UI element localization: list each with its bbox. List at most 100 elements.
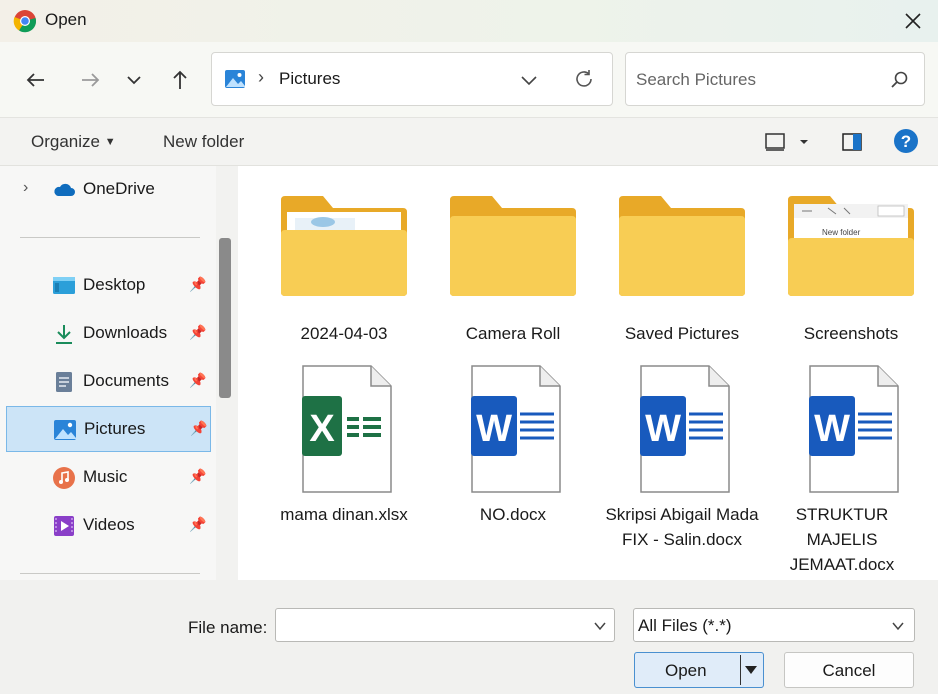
svg-text:W: W	[645, 408, 681, 450]
chevron-down-icon[interactable]	[592, 618, 608, 634]
view-layout-icon[interactable]	[764, 131, 786, 153]
search-icon[interactable]	[888, 69, 910, 91]
command-toolbar: Organize ▼ New folder ?	[0, 118, 938, 166]
sidebar-item-label: Music	[83, 467, 128, 486]
file-type-value: All Files (*.*)	[638, 616, 732, 635]
sidebar-item-label: Pictures	[84, 419, 146, 438]
pin-icon[interactable]: 📌	[190, 420, 208, 438]
title-bar: Open	[0, 0, 938, 42]
sidebar-item-onedrive[interactable]: › OneDrive	[6, 167, 211, 213]
pin-icon[interactable]: 📌	[189, 516, 207, 534]
file-item-name: 2024-04-03	[300, 324, 388, 343]
word-file-icon: W	[809, 365, 899, 493]
file-name-combobox[interactable]	[275, 608, 615, 642]
file-item-name: Saved Pictures	[624, 324, 740, 343]
folder-preview-text: New folder	[822, 228, 861, 237]
new-folder-button[interactable]: New folder	[163, 132, 244, 152]
file-item-name: Camera Roll	[465, 324, 561, 343]
file-type-select[interactable]: All Files (*.*)	[633, 608, 915, 642]
file-item-folder[interactable]: Saved Pictures	[597, 186, 757, 376]
video-icon	[54, 516, 74, 536]
pin-icon[interactable]: 📌	[189, 276, 207, 294]
sidebar-item-downloads[interactable]: Downloads 📌	[6, 311, 211, 357]
svg-text:W: W	[814, 408, 850, 450]
file-item-folder[interactable]: Camera Roll	[428, 186, 588, 376]
sidebar-item-desktop[interactable]: Desktop 📌	[6, 263, 211, 309]
word-file-icon: W	[640, 365, 730, 493]
folder-icon	[619, 196, 745, 296]
file-item-excel[interactable]: X mama dinan.xlsx	[259, 364, 419, 554]
sidebar-item-videos[interactable]: Videos 📌	[6, 503, 211, 549]
file-item-word[interactable]: W STRUKTUR MAJELIS JEMAAT.docx	[766, 364, 926, 574]
sidebar-item-label: OneDrive	[83, 179, 155, 198]
window-title: Open	[45, 10, 87, 29]
cancel-button-label: Cancel	[822, 661, 876, 680]
help-icon[interactable]: ?	[893, 128, 919, 154]
view-options-caret-icon[interactable]	[797, 135, 811, 149]
file-name-label: File name:	[188, 618, 268, 637]
chevron-down-icon[interactable]	[890, 618, 906, 634]
file-item-folder[interactable]: New folder Screenshots	[766, 186, 926, 376]
forward-arrow-icon[interactable]	[76, 66, 104, 94]
recent-locations-chevron-icon[interactable]	[120, 66, 148, 94]
sidebar-item-documents[interactable]: Documents 📌	[6, 359, 211, 405]
file-item-name: Screenshots	[803, 324, 899, 343]
sidebar-item-label: Desktop	[83, 275, 146, 294]
close-icon[interactable]	[898, 6, 928, 36]
document-icon	[56, 372, 72, 392]
sidebar-item-label: Documents	[83, 371, 169, 390]
organize-button[interactable]: Organize ▼	[31, 132, 116, 152]
search-input[interactable]	[636, 67, 876, 93]
sidebar-divider	[20, 573, 200, 574]
refresh-icon[interactable]	[572, 67, 596, 91]
expand-chevron-icon[interactable]: ›	[23, 179, 28, 197]
open-button-label: Open	[665, 661, 707, 680]
file-name-input[interactable]	[282, 614, 582, 636]
desktop-icon	[53, 277, 75, 294]
open-button[interactable]: Open	[634, 652, 764, 688]
file-item-word[interactable]: W Skripsi Abigail Mada FIX - Salin.docx	[597, 364, 759, 554]
caret-down-icon[interactable]	[743, 663, 759, 677]
sidebar-item-music[interactable]: Music 📌	[6, 455, 211, 501]
pin-icon[interactable]: 📌	[189, 372, 207, 390]
caret-down-icon: ▼	[104, 136, 116, 148]
svg-text:X: X	[309, 408, 335, 450]
folder-icon	[450, 196, 576, 296]
up-arrow-icon[interactable]	[166, 66, 194, 94]
picture-icon	[225, 70, 245, 88]
sidebar-scrollbar-thumb[interactable]	[219, 238, 231, 398]
search-box[interactable]	[625, 52, 925, 106]
breadcrumb-pictures[interactable]: Pictures	[279, 69, 340, 89]
breadcrumb-separator-icon: ›	[258, 67, 264, 87]
svg-text:W: W	[476, 408, 512, 450]
sidebar-item-label: Videos	[83, 515, 135, 534]
navigation-bar: › Pictures	[0, 42, 938, 118]
address-bar[interactable]: › Pictures	[211, 52, 613, 106]
split-divider	[740, 655, 741, 685]
chevron-down-icon[interactable]	[518, 69, 540, 91]
file-item-name: Skripsi Abigail Mada FIX - Salin.docx	[605, 505, 759, 549]
music-icon	[53, 467, 75, 489]
sidebar-divider	[20, 237, 200, 238]
back-arrow-icon[interactable]	[22, 66, 50, 94]
word-file-icon: W	[471, 365, 561, 493]
preview-pane-icon[interactable]	[841, 131, 863, 153]
chrome-icon	[13, 10, 37, 33]
sidebar-item-pictures[interactable]: Pictures 📌	[6, 406, 211, 452]
download-arrow-icon	[56, 325, 72, 344]
file-item-name: mama dinan.xlsx	[280, 505, 408, 524]
cancel-button[interactable]: Cancel	[784, 652, 914, 688]
dialog-footer: File name: All Files (*.*) Open Cancel	[0, 580, 938, 694]
file-item-name: STRUKTUR MAJELIS JEMAAT.docx	[789, 505, 895, 574]
file-item-folder[interactable]: 2024-04-03	[259, 186, 419, 376]
file-list: 2024-04-03 Camera Roll Saved Pictures Ne…	[238, 166, 938, 580]
pin-icon[interactable]: 📌	[189, 324, 207, 342]
excel-file-icon: X	[302, 365, 392, 493]
picture-icon	[54, 420, 76, 440]
file-item-word[interactable]: W NO.docx	[428, 364, 588, 554]
pin-icon[interactable]: 📌	[189, 468, 207, 486]
svg-text:?: ?	[901, 132, 911, 151]
folder-icon: New folder	[788, 196, 914, 296]
sidebar-item-label: Downloads	[83, 323, 168, 342]
folder-icon	[281, 196, 407, 296]
